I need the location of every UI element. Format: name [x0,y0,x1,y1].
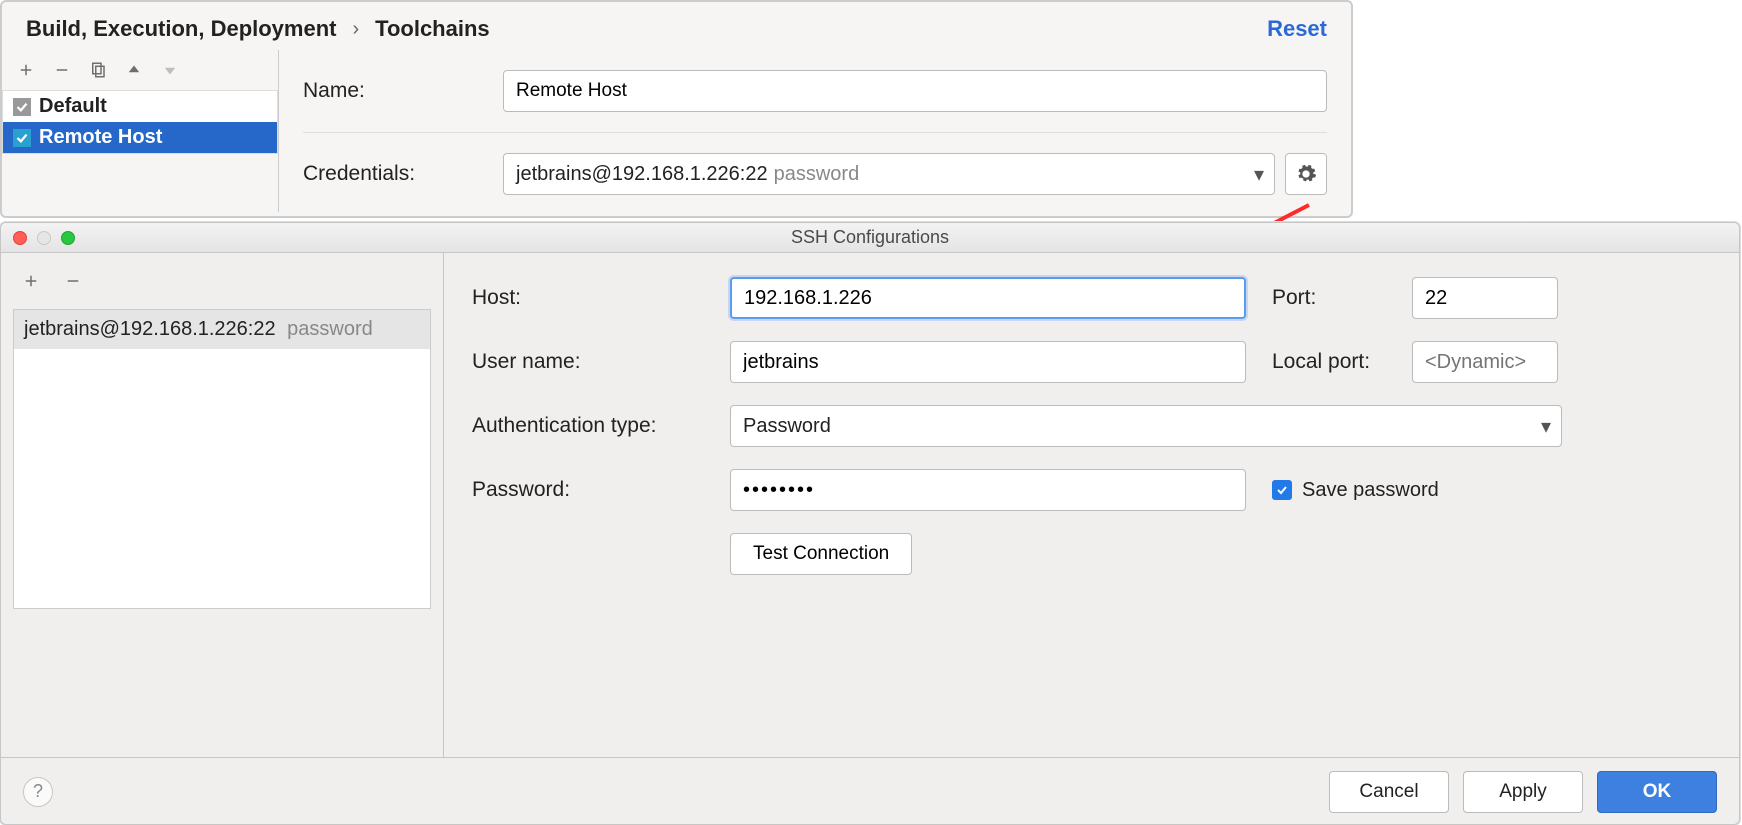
ssh-configurations-dialog: SSH Configurations jetbrains@192.168.1.2… [0,222,1740,825]
ssh-config-item[interactable]: jetbrains@192.168.1.226:22 password [14,310,430,349]
breadcrumb-separator: › [352,18,359,41]
credentials-label: Credentials: [303,162,503,186]
window-minimize-icon [37,231,51,245]
move-up-icon[interactable] [120,56,148,84]
toolchains-list: Default Remote Host [2,90,278,154]
name-label: Name: [303,79,503,103]
toolchain-icon [13,98,31,116]
credentials-value: jetbrains@192.168.1.226:22 [516,163,768,186]
host-label: Host: [472,286,730,310]
help-button[interactable]: ? [23,777,53,807]
chevron-down-icon: ▾ [1541,414,1551,439]
copy-icon[interactable] [84,56,112,84]
localport-input[interactable] [1412,341,1558,383]
check-icon [1275,483,1289,497]
username-input[interactable] [730,341,1246,383]
chevron-down-icon: ▾ [1254,162,1264,187]
toolchain-label: Remote Host [39,126,162,149]
ssh-config-toolbar [1,253,443,309]
add-icon[interactable] [17,267,45,295]
username-label: User name: [472,350,730,374]
ok-button[interactable]: OK [1597,771,1717,813]
toolchain-item-remote-host[interactable]: Remote Host [3,122,277,153]
save-password-label: Save password [1302,479,1439,502]
toolchains-panel: Build, Execution, Deployment › Toolchain… [0,0,1353,218]
ssh-config-item-text: jetbrains@192.168.1.226:22 [24,318,276,340]
dialog-titlebar: SSH Configurations [1,223,1739,253]
password-input[interactable] [730,469,1246,511]
toolchain-form: Name: Credentials: jetbrains@192.168.1.2… [279,50,1351,212]
ssh-config-sidebar: jetbrains@192.168.1.226:22 password [1,253,444,757]
ssh-config-list: jetbrains@192.168.1.226:22 password [13,309,431,609]
test-connection-button[interactable]: Test Connection [730,533,912,575]
remove-icon[interactable] [48,56,76,84]
toolchain-item-default[interactable]: Default [3,91,277,122]
port-label: Port: [1272,286,1412,310]
authtype-label: Authentication type: [472,414,730,438]
window-zoom-icon[interactable] [61,231,75,245]
toolchain-label: Default [39,95,107,118]
breadcrumb-child: Toolchains [375,16,490,42]
reset-button[interactable]: Reset [1267,16,1327,42]
save-password-checkbox[interactable] [1272,480,1292,500]
credentials-settings-button[interactable] [1285,153,1327,195]
dialog-title: SSH Configurations [791,227,949,248]
dialog-footer: ? Cancel Apply OK [1,757,1739,825]
authtype-select[interactable]: Password ▾ [730,405,1562,447]
host-input[interactable] [730,277,1246,319]
remove-icon[interactable] [59,267,87,295]
name-input[interactable] [503,70,1327,112]
toolchains-toolbar [2,50,278,86]
help-icon: ? [33,781,43,802]
move-down-icon[interactable] [156,56,184,84]
ssh-config-item-hint: password [287,318,373,340]
authtype-value: Password [743,415,831,438]
ssh-config-form: Host: Port: User name: Local port: Authe… [444,253,1739,757]
password-label: Password: [472,478,730,502]
breadcrumb: Build, Execution, Deployment › Toolchain… [2,2,1351,50]
toolchains-sidebar: Default Remote Host [2,50,279,212]
credentials-select[interactable]: jetbrains@192.168.1.226:22 password ▾ [503,153,1275,195]
apply-button[interactable]: Apply [1463,771,1583,813]
window-close-icon[interactable] [13,231,27,245]
toolchain-icon [13,129,31,147]
gear-icon [1295,163,1317,185]
credentials-hint: password [774,163,860,186]
breadcrumb-parent[interactable]: Build, Execution, Deployment [26,16,336,42]
add-icon[interactable] [12,56,40,84]
localport-label: Local port: [1272,350,1412,374]
cancel-button[interactable]: Cancel [1329,771,1449,813]
port-input[interactable] [1412,277,1558,319]
